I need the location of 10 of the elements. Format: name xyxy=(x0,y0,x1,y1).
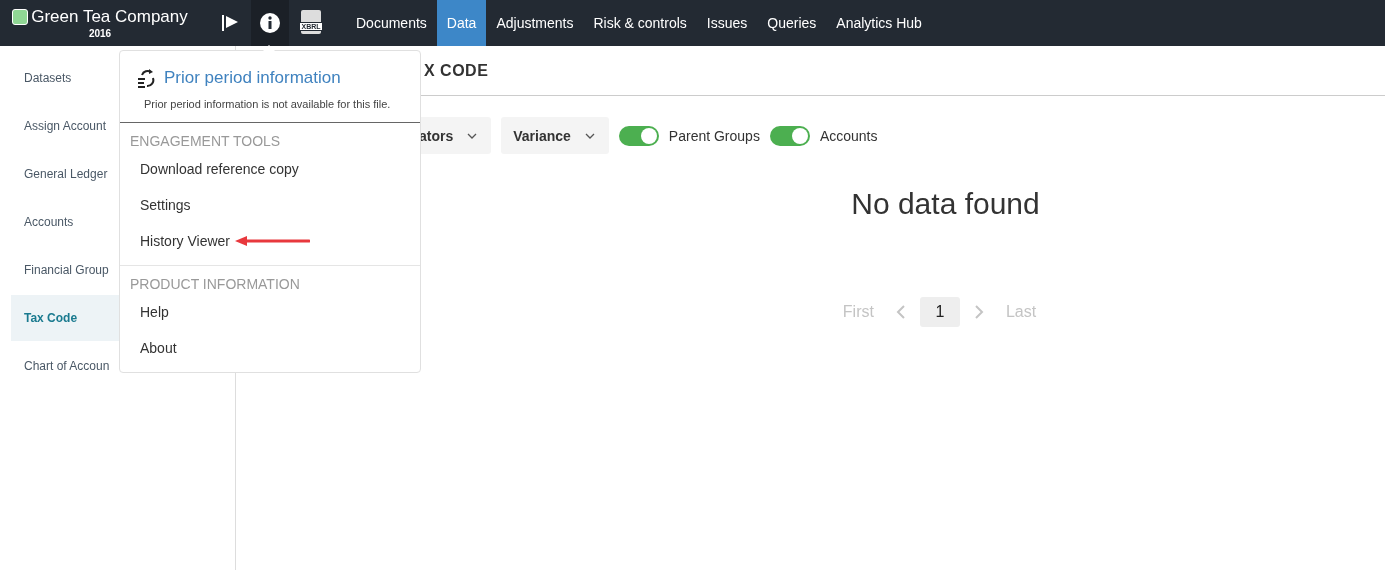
popup-title: Prior period information xyxy=(164,68,341,88)
toggle-label: Parent Groups xyxy=(668,127,760,144)
section-heading: ENGAGEMENT TOOLS xyxy=(129,133,282,149)
year-label: 2016 xyxy=(88,28,112,39)
empty-message: No data found xyxy=(850,187,1041,221)
page-title: X CODE xyxy=(424,61,489,80)
popup-note: Prior period information is not available for this file. xyxy=(143,97,392,112)
company-name: Green Tea Company xyxy=(31,7,188,27)
section-heading: PRODUCT INFORMATION xyxy=(129,276,301,292)
toggle-label: Accounts xyxy=(819,127,878,144)
